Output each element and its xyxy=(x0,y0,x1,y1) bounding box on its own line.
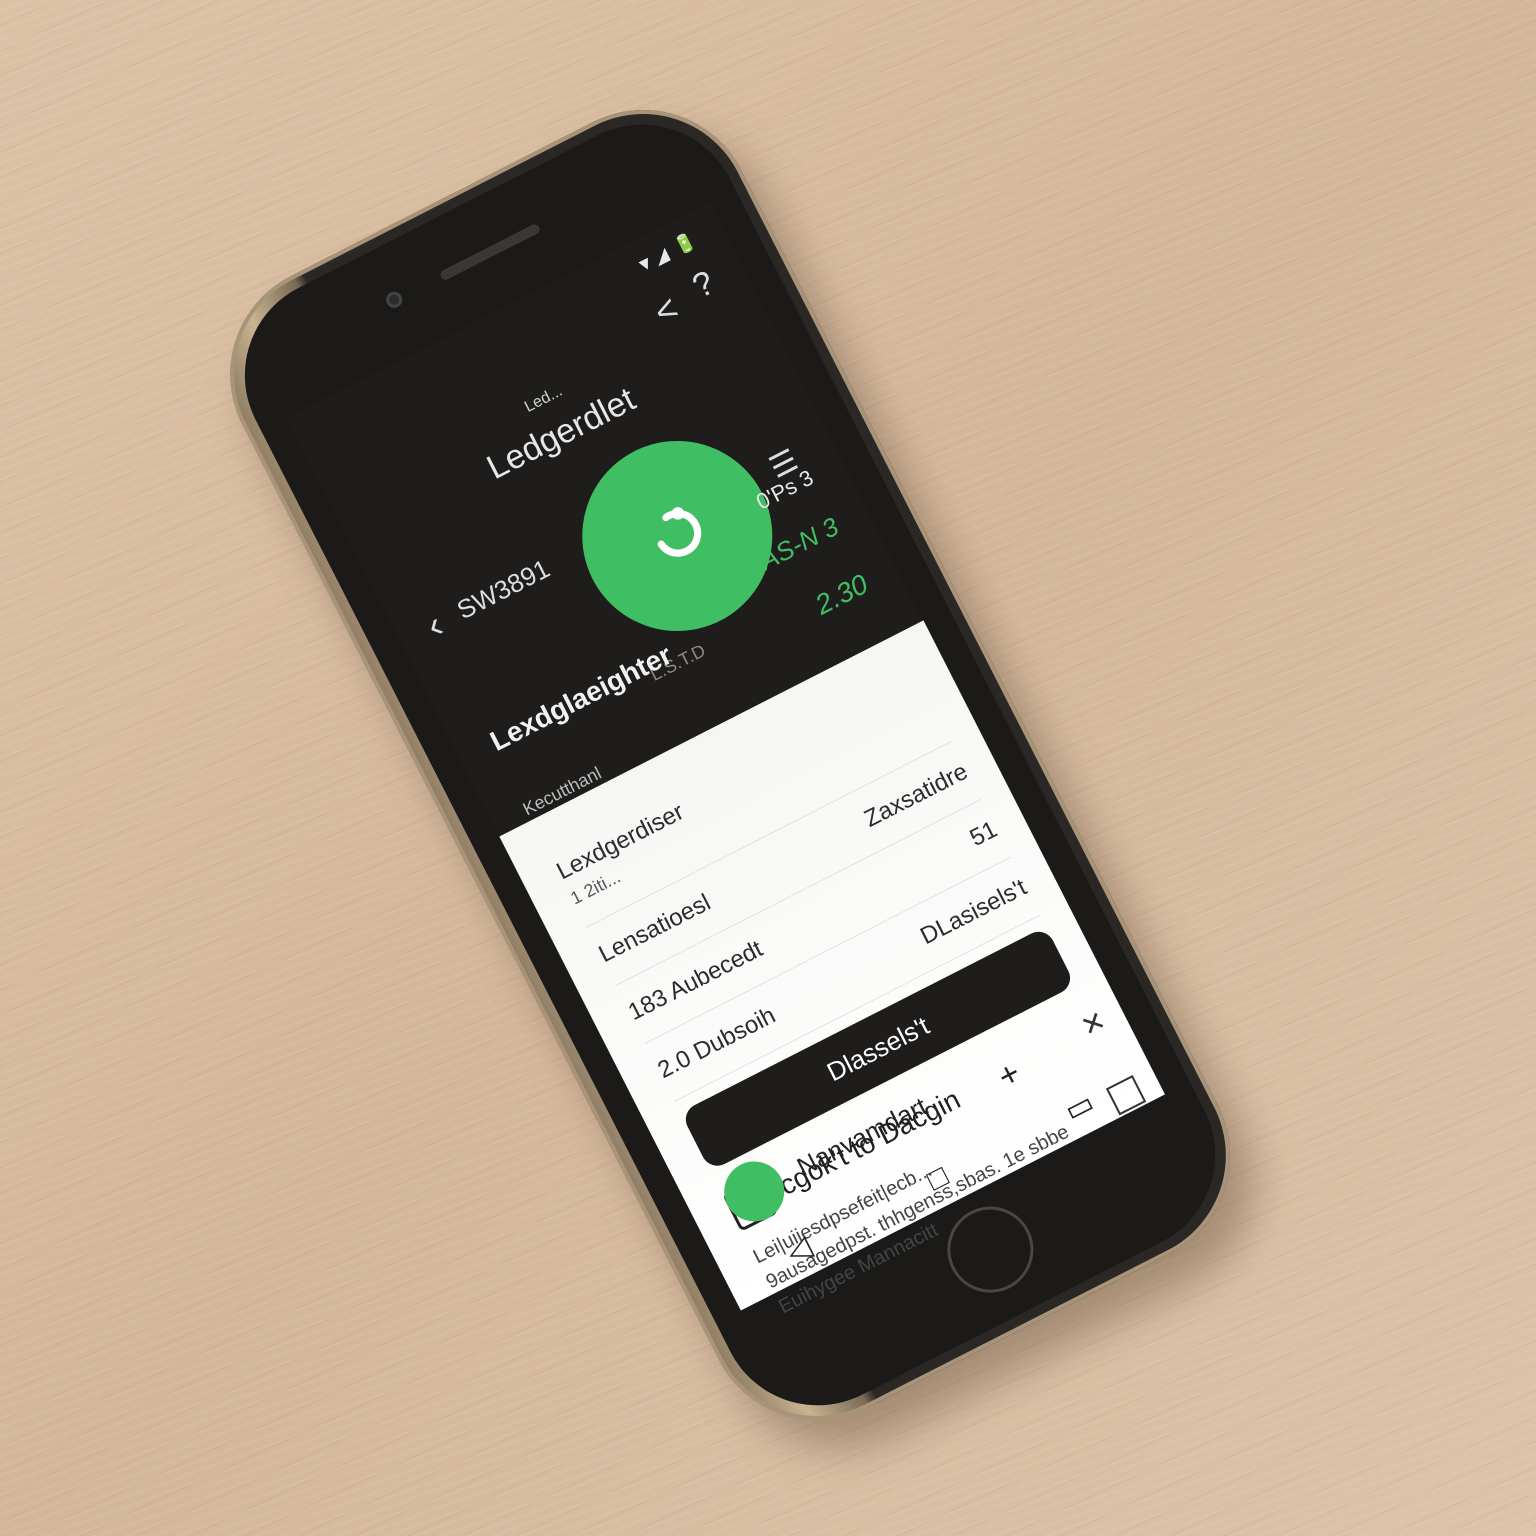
front-camera-icon xyxy=(383,288,405,311)
row-label: Lexdgerdiser xyxy=(552,798,689,886)
nav-recent-icon[interactable]: ▭ xyxy=(1059,1085,1100,1129)
row-value: 51 xyxy=(965,815,1002,852)
back-label: SW3891 xyxy=(451,553,555,626)
earpiece-speaker xyxy=(438,222,542,282)
back-button[interactable]: ‹ SW3891 xyxy=(420,549,559,648)
nav-home-icon[interactable]: □ xyxy=(922,1159,954,1198)
help-icon[interactable]: ? xyxy=(687,263,722,306)
chevron-left-icon: ‹ xyxy=(419,604,451,648)
nav-back-icon[interactable]: ◁ xyxy=(781,1229,817,1271)
logo-swirl-icon xyxy=(657,507,702,557)
